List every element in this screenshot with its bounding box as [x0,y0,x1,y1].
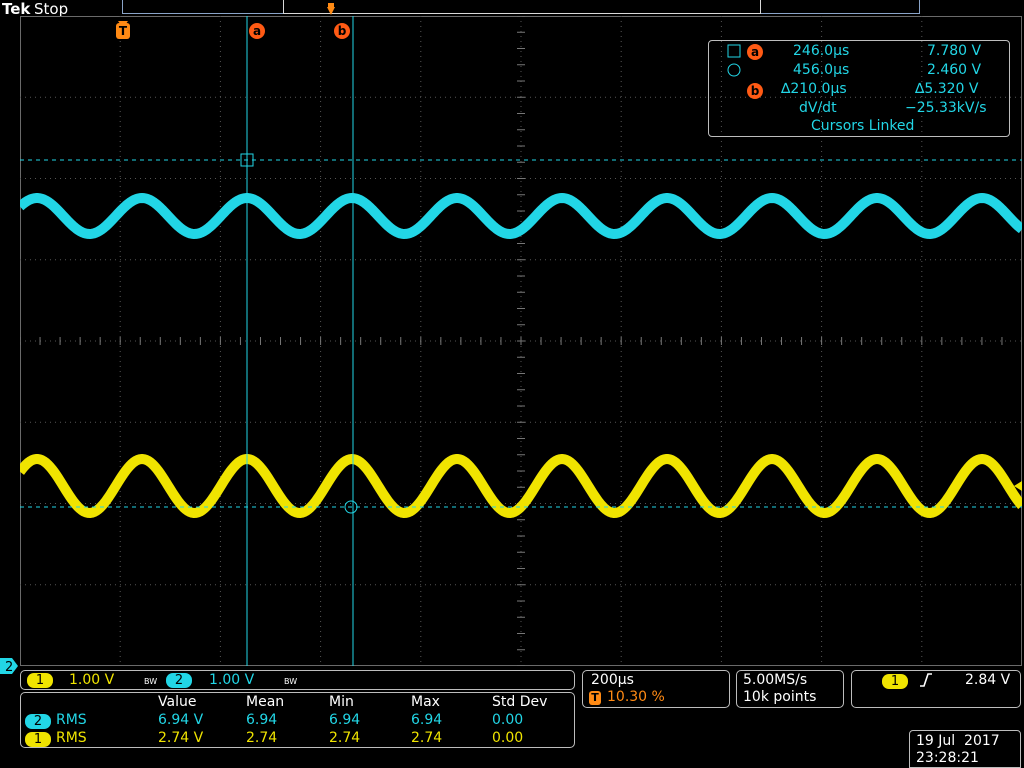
dvdt-value: −25.33kV/s [905,100,987,116]
channel-1-badge[interactable]: 1 [27,673,53,688]
meas-row-1-mean: 6.94 [246,712,278,728]
delta-volt: ∆5.320 V [915,81,979,97]
meas-row-1-channel[interactable]: 2 [25,714,51,729]
timebase-box[interactable]: 200µs T 10.30 % [582,670,730,708]
channel-2-ground-label: 2 [5,660,13,674]
trigger-position-percent: 10.30 % [607,689,665,705]
col-header-value: Value [158,694,197,710]
measurement-table: Value Mean Min Max Std Dev 2 RMS 6.94 V … [20,692,575,748]
cursor-b-time: 456.0µs [793,62,850,78]
channel-1-scale[interactable]: 1.00 V [69,672,114,688]
meas-row-1-max: 6.94 [411,712,443,728]
horizontal-scale: 200µs [591,672,634,688]
cursor-b-readout-marker: b [747,83,763,99]
record-view-window[interactable] [283,0,761,14]
dvdt-label: dV/dt [799,100,837,116]
col-header-max: Max [411,694,440,710]
acquisition-box[interactable]: 5.00MS/s 10k points [736,670,844,708]
cursors-linked-label: Cursors Linked [811,118,915,134]
channel-2-scale[interactable]: 1.00 V [209,672,254,688]
delta-time: ∆210.0µs [781,81,847,97]
channel-2-waveform [20,193,1022,239]
channel-2-badge[interactable]: 2 [166,673,192,688]
sample-rate: 5.00MS/s [743,672,808,688]
cursor-a-readout-marker: a [747,44,763,60]
record-length: 10k points [743,689,817,705]
cursor-b-volt: 2.460 V [927,62,982,78]
channel-2-ground-marker[interactable]: 2 [0,658,18,675]
datetime-box: 19 Jul 2017 23:28:21 [909,730,1021,768]
meas-row-2-value: 2.74 V [158,730,204,746]
cursor-readout-panel: a 246.0µs 7.780 V 456.0µs 2.460 V b ∆210… [708,40,1010,137]
cursor-b-marker[interactable]: b [334,23,350,39]
meas-row-2-max: 2.74 [411,730,443,746]
meas-row-2-mean: 2.74 [246,730,278,746]
time: 23:28:21 [916,750,979,766]
date: 19 Jul 2017 [916,733,1000,749]
col-header-mean: Mean [246,694,285,710]
trigger-position-arrow-icon [117,14,129,28]
channel-2-bw-limit: BW [284,677,298,686]
meas-row-1-stddev: 0.00 [492,712,524,728]
channel-scale-bar: 1 1.00 V BW 2 1.00 V BW [20,670,575,690]
cursor-a-time: 246.0µs [793,43,850,59]
trigger-position-icon: T [589,691,601,705]
meas-row-2-type: RMS [56,730,87,746]
trigger-level: 2.84 V [965,672,1011,688]
meas-row-2-channel[interactable]: 1 [25,732,51,747]
meas-row-1-value: 6.94 V [158,712,204,728]
expansion-point-icon [326,2,336,16]
col-header-stddev: Std Dev [492,694,548,710]
meas-row-1-type: RMS [56,712,87,728]
trigger-source-badge: 1 [882,674,908,689]
trigger-level-arrow-icon [1011,477,1023,491]
meas-row-2-min: 2.74 [329,730,361,746]
col-header-min: Min [329,694,354,710]
channel-1-bw-limit: BW [144,677,158,686]
rising-edge-icon [918,671,934,689]
circle-icon [727,63,741,81]
cursor-a-marker[interactable]: a [249,23,265,39]
trigger-box[interactable]: 1 2.84 V [851,670,1021,708]
square-icon [727,44,741,62]
channel-1-waveform [20,454,1022,518]
meas-row-2-stddev: 0.00 [492,730,524,746]
meas-row-1-min: 6.94 [329,712,361,728]
cursor-a-volt: 7.780 V [927,43,982,59]
trigger-position-marker[interactable]: T [116,23,130,39]
